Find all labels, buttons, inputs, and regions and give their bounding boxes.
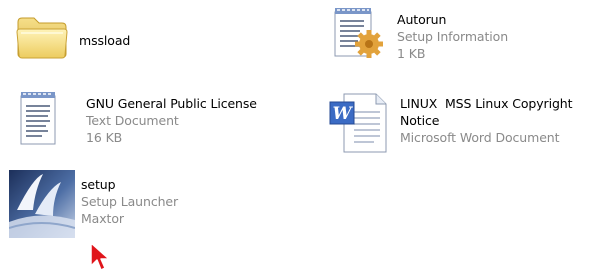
folder-icon (15, 14, 69, 64)
file-name-line-2: Notice (400, 113, 440, 128)
file-type: Setup Information (397, 29, 509, 44)
setup-information-icon (331, 6, 387, 66)
file-item-mssload[interactable]: mssload (15, 14, 130, 64)
file-name: mssload (79, 33, 131, 48)
file-company: Maxtor (81, 211, 124, 226)
file-item-details: mssload (79, 32, 130, 49)
file-item-details: setup Setup Launcher Maxtor (81, 176, 178, 227)
file-type: Text Document (86, 113, 179, 128)
file-item-copyright-notice[interactable]: W LINUX MSS Linux Copyright Notice Micro… (328, 90, 573, 160)
file-item-setup[interactable]: setup Setup Launcher Maxtor (8, 170, 178, 242)
file-type: Setup Launcher (81, 194, 179, 209)
text-document-icon (18, 90, 60, 152)
setup-launcher-icon (8, 170, 76, 242)
file-name: GNU General Public License (86, 96, 257, 111)
word-document-icon: W (328, 90, 390, 160)
file-name-line-1: LINUX MSS Linux Copyright (400, 96, 573, 111)
file-name: setup (81, 177, 116, 192)
file-item-details: Autorun Setup Information 1 KB (397, 11, 508, 62)
file-size: 16 KB (86, 130, 123, 145)
file-view-pane: mssload Autorun Setup Information 1 KB G… (0, 0, 598, 277)
file-item-gnu-general-public-license[interactable]: GNU General Public License Text Document… (18, 90, 257, 152)
file-item-details: GNU General Public License Text Document… (86, 95, 257, 146)
file-item-details: LINUX MSS Linux Copyright Notice Microso… (400, 95, 573, 146)
svg-text:W: W (332, 104, 353, 124)
file-name: Autorun (397, 12, 447, 27)
file-size: 1 KB (397, 46, 426, 61)
file-type: Microsoft Word Document (400, 130, 560, 145)
file-item-autorun[interactable]: Autorun Setup Information 1 KB (331, 6, 508, 66)
mouse-pointer-icon (90, 242, 112, 277)
